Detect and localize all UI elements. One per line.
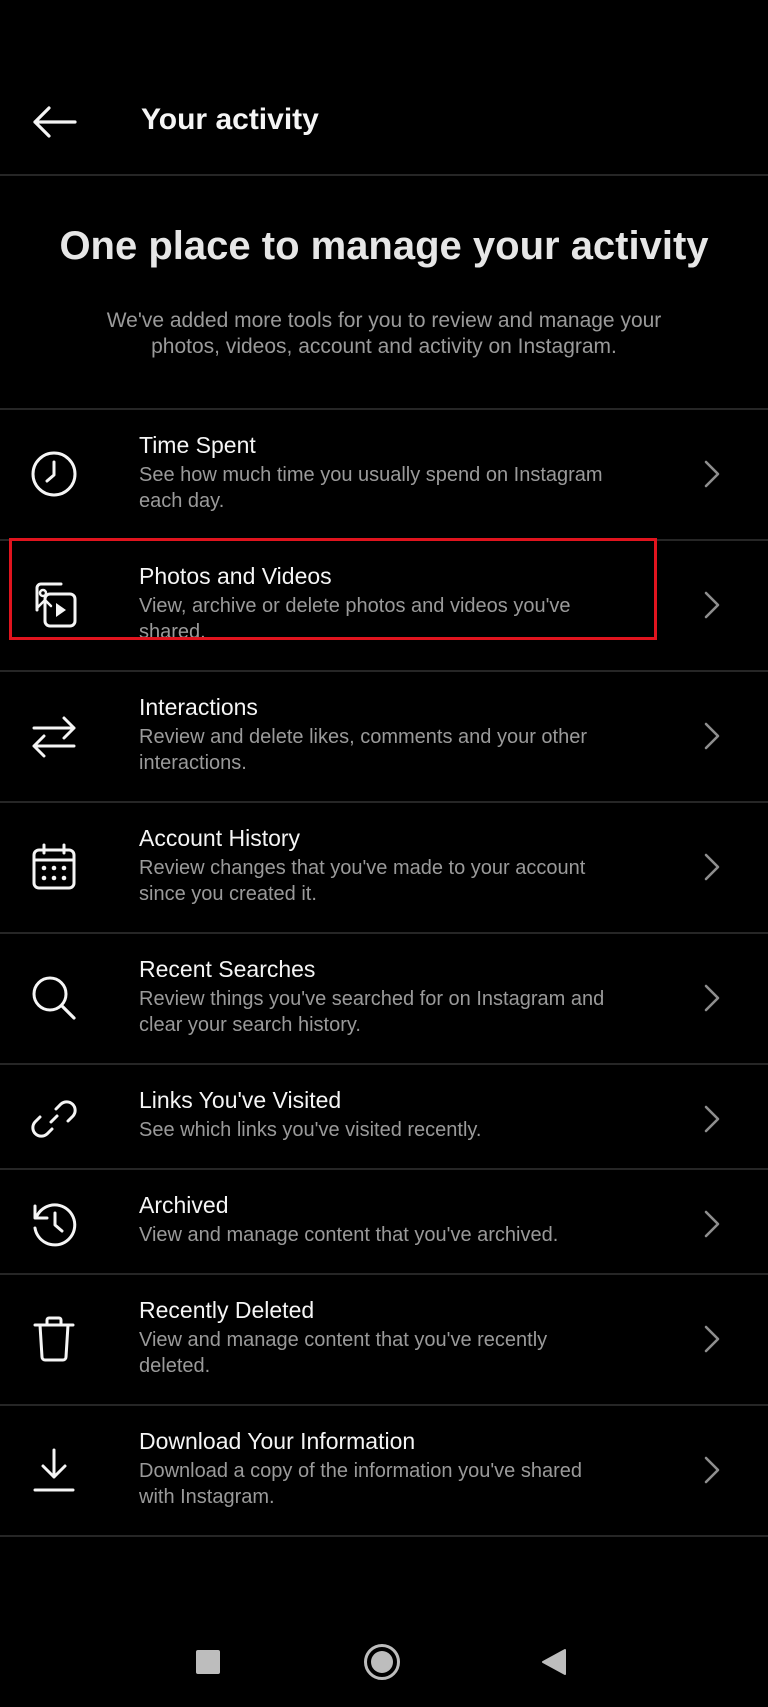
chevron-right-icon: [700, 1206, 724, 1242]
menu-item-description: View and manage content that you've rece…: [139, 1329, 548, 1377]
menu-item-title: Links You've Visited: [139, 1087, 342, 1113]
trash-icon: [28, 1313, 80, 1365]
calendar-icon: [28, 841, 80, 893]
chevron-right-icon: [700, 980, 724, 1016]
chevron-right-icon: [700, 849, 724, 885]
menu-item-description: View, archive or delete photos and video…: [139, 595, 571, 643]
activity-menu: Time Spent See how much time you usually…: [0, 410, 768, 1537]
menu-item-description: Review changes that you've made to your …: [139, 857, 586, 905]
square-icon: [195, 1649, 221, 1675]
link-icon: [28, 1093, 80, 1145]
menu-item-description: Review and delete likes, comments and yo…: [139, 726, 588, 774]
archive-history-icon: [28, 1198, 80, 1250]
chevron-right-icon: [700, 456, 724, 492]
menu-item-description: See which links you've visited recently.: [139, 1119, 482, 1141]
menu-item-description: See how much time you usually spend on I…: [139, 464, 603, 512]
page-title: Your activity: [141, 103, 319, 136]
menu-item-title: Archived: [139, 1192, 229, 1218]
intro-section: One place to manage your activity We've …: [0, 176, 768, 410]
menu-item-time-spent[interactable]: Time Spent See how much time you usually…: [0, 410, 768, 541]
intro-subtitle: We've added more tools for you to review…: [106, 309, 662, 358]
app-header: Your activity: [0, 0, 768, 176]
menu-item-title: Download Your Information: [139, 1428, 416, 1454]
menu-item-photos-and-videos[interactable]: Photos and Videos View, archive or delet…: [0, 541, 768, 672]
system-nav-bar: [0, 1620, 768, 1707]
chevron-right-icon: [700, 1321, 724, 1357]
chevron-right-icon: [700, 1452, 724, 1488]
intro-title: One place to manage your activity: [59, 224, 709, 268]
search-icon: [28, 972, 80, 1024]
menu-item-recently-deleted[interactable]: Recently Deleted View and manage content…: [0, 1275, 768, 1406]
menu-item-description: View and manage content that you've arch…: [139, 1224, 559, 1246]
menu-item-title: Account History: [139, 825, 301, 851]
menu-item-title: Interactions: [139, 694, 258, 720]
circle-icon: [363, 1643, 401, 1681]
photos-videos-icon: [28, 579, 80, 631]
triangle-back-icon: [541, 1648, 567, 1676]
menu-item-account-history[interactable]: Account History Review changes that you'…: [0, 803, 768, 934]
back-button[interactable]: [26, 96, 82, 148]
menu-item-download-information[interactable]: Download Your Information Download a cop…: [0, 1406, 768, 1537]
menu-item-description: Download a copy of the information you'v…: [139, 1460, 582, 1508]
menu-item-description: Review things you've searched for on Ins…: [139, 988, 605, 1036]
menu-item-links-visited[interactable]: Links You've Visited See which links you…: [0, 1065, 768, 1170]
menu-item-recent-searches[interactable]: Recent Searches Review things you've sea…: [0, 934, 768, 1065]
chevron-right-icon: [700, 587, 724, 623]
menu-item-title: Photos and Videos: [139, 563, 332, 589]
recents-button[interactable]: [184, 1638, 232, 1686]
chevron-right-icon: [700, 1101, 724, 1137]
menu-item-title: Recently Deleted: [139, 1297, 315, 1323]
menu-item-archived[interactable]: Archived View and manage content that yo…: [0, 1170, 768, 1275]
arrows-swap-icon: [28, 710, 80, 762]
arrow-left-icon: [31, 106, 77, 138]
chevron-right-icon: [700, 718, 724, 754]
clock-icon: [28, 448, 80, 500]
system-back-button[interactable]: [530, 1638, 578, 1686]
home-button[interactable]: [358, 1638, 406, 1686]
menu-item-title: Time Spent: [139, 432, 256, 458]
download-icon: [28, 1444, 80, 1496]
menu-item-title: Recent Searches: [139, 956, 316, 982]
menu-item-interactions[interactable]: Interactions Review and delete likes, co…: [0, 672, 768, 803]
